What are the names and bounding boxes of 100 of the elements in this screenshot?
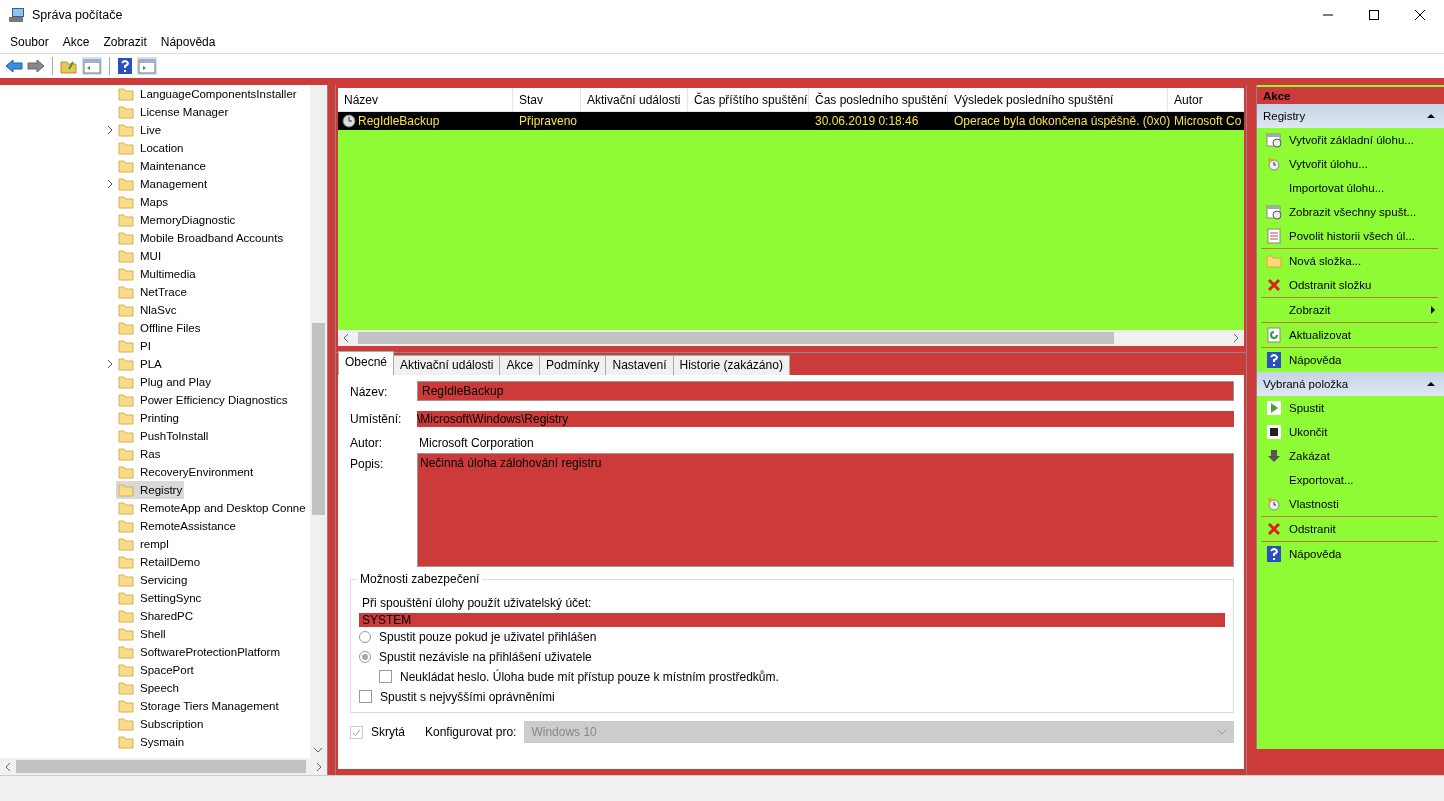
group-header[interactable]: Registry (1257, 104, 1444, 128)
tree-item[interactable]: Registry (116, 481, 185, 499)
tree-item[interactable]: Servicing (116, 571, 190, 589)
scroll-left-icon[interactable] (4, 761, 12, 772)
action-item[interactable]: Nápověda (1257, 542, 1444, 566)
radio-button[interactable] (359, 631, 371, 644)
action-item[interactable]: Odstranit složku (1257, 273, 1444, 297)
column-header[interactable]: Aktivační události (581, 88, 688, 111)
action-item[interactable]: Importovat úlohu... (1257, 176, 1444, 200)
tree-item[interactable]: Power Efficiency Diagnostics (116, 391, 290, 409)
tree-item[interactable]: Offline Files (116, 319, 203, 337)
checkbox[interactable] (379, 670, 392, 684)
tab[interactable]: Podmínky (539, 355, 607, 375)
description-field[interactable]: Nečinná úloha zálohování registru (417, 453, 1234, 567)
radio-button[interactable] (359, 651, 371, 664)
column-header[interactable]: Název (338, 88, 513, 111)
action-item[interactable]: Spustit (1257, 396, 1444, 420)
tree-item[interactable]: SpacePort (116, 661, 196, 679)
close-icon[interactable] (1414, 9, 1426, 21)
tree-item[interactable]: LanguageComponentsInstaller (116, 85, 299, 103)
task-row[interactable]: RegIdleBackup Připraveno 30.06.2019 0:18:46 Operace byla dokončena úspěšně. (0x0) Microsoft Co (338, 112, 1244, 130)
tree-item[interactable]: MemoryDiagnostic (116, 211, 238, 229)
scroll-right-icon[interactable] (1232, 333, 1240, 343)
tree-item[interactable]: SoftwareProtectionPlatform (116, 643, 282, 661)
name-field[interactable]: RegIdleBackup (417, 381, 1234, 401)
tree-item[interactable]: Speech (116, 679, 181, 697)
tree-item[interactable]: Maintenance (116, 157, 208, 175)
tree-item[interactable]: Mobile Broadband Accounts (116, 229, 286, 247)
scrollbar-thumb[interactable] (312, 323, 325, 515)
tree-item[interactable]: Ras (116, 445, 163, 463)
menu-item[interactable]: Soubor (10, 34, 49, 49)
action-item[interactable]: Nápověda (1257, 348, 1444, 372)
tree-item[interactable]: Maps (116, 193, 171, 211)
tree-item[interactable]: Sysmain (116, 733, 187, 751)
column-header[interactable]: Autor (1168, 88, 1244, 111)
checkbox[interactable] (359, 690, 372, 704)
tab[interactable]: Akce (499, 355, 541, 375)
action-item[interactable]: Povolit historii všech úl... (1257, 224, 1444, 248)
tree-item[interactable]: Location (116, 139, 186, 157)
action-item[interactable]: Nová složka... (1257, 249, 1444, 273)
tree-item[interactable]: NetTrace (116, 283, 189, 301)
tree-item[interactable]: SettingSync (116, 589, 204, 607)
menu-item[interactable]: Nápověda (160, 34, 216, 49)
menu-item[interactable]: Zobrazit (103, 34, 147, 49)
forward-arrow-icon[interactable] (27, 59, 45, 73)
tree-item[interactable]: Live (116, 121, 164, 139)
action-item[interactable]: Ukončit (1257, 420, 1444, 444)
tree-item[interactable]: PLA (116, 355, 164, 373)
tree-item[interactable]: Plug and Play (116, 373, 213, 391)
expand-chevron-icon[interactable] (106, 125, 114, 135)
tree-item[interactable]: PushToInstall (116, 427, 211, 445)
horizontal-scrollbar[interactable] (338, 330, 1244, 346)
tree-item[interactable]: rempl (116, 535, 171, 553)
group-header[interactable]: Vybraná položka (1257, 372, 1444, 396)
expand-chevron-icon[interactable] (106, 359, 114, 369)
tab[interactable]: Historie (zakázáno) (672, 355, 790, 375)
column-header[interactable]: Čas příštího spuštění (688, 88, 809, 111)
column-header[interactable]: Výsledek posledního spuštění (948, 88, 1168, 111)
tree-item[interactable]: RemoteAssistance (116, 517, 238, 535)
tab[interactable]: Obecné (338, 351, 395, 375)
scroll-left-icon[interactable] (342, 333, 350, 343)
expand-chevron-icon[interactable] (106, 179, 114, 189)
column-header[interactable]: Stav (513, 88, 581, 111)
tree-item[interactable]: Storage Tiers Management (116, 697, 281, 715)
tree-item[interactable]: License Manager (116, 103, 231, 121)
collapse-caret-icon[interactable] (1426, 113, 1436, 119)
folder-up-icon[interactable] (60, 58, 78, 74)
menu-item[interactable]: Akce (62, 34, 90, 49)
action-item[interactable]: Aktualizovat (1257, 323, 1444, 347)
tree-item[interactable]: RemoteApp and Desktop Conne (116, 499, 308, 517)
scroll-right-icon[interactable] (315, 761, 323, 772)
tree-item[interactable]: RecoveryEnvironment (116, 463, 256, 481)
horizontal-scrollbar[interactable] (0, 758, 327, 775)
maximize-icon[interactable] (1368, 9, 1380, 21)
tree-item[interactable]: Subscription (116, 715, 206, 733)
tree-item[interactable]: Multimedia (116, 265, 198, 283)
action-item[interactable]: Odstranit (1257, 517, 1444, 541)
tree-item[interactable]: Management (116, 175, 210, 193)
column-header[interactable]: Čas posledního spuštění (809, 88, 948, 111)
tree-item[interactable]: Printing (116, 409, 181, 427)
action-item[interactable]: Vlastnosti (1257, 492, 1444, 516)
tree-item[interactable]: MUI (116, 247, 164, 265)
action-item[interactable]: Zobrazit (1257, 298, 1444, 322)
collapse-caret-icon[interactable] (1426, 381, 1436, 387)
action-item[interactable]: Exportovat... (1257, 468, 1444, 492)
scroll-down-icon[interactable] (313, 746, 323, 754)
tab[interactable]: Aktivační události (393, 355, 501, 375)
action-item[interactable]: Vytvořit úlohu... (1257, 152, 1444, 176)
back-arrow-icon[interactable] (5, 59, 23, 73)
tree-item[interactable]: NlaSvc (116, 301, 179, 319)
action-item[interactable]: Zakázat (1257, 444, 1444, 468)
tree-item[interactable]: RetailDemo (116, 553, 203, 571)
tree-item[interactable]: PI (116, 337, 153, 355)
tab[interactable]: Nastavení (605, 355, 674, 375)
tree-item[interactable]: SharedPC (116, 607, 196, 625)
help-icon[interactable] (117, 57, 133, 75)
action-item[interactable]: Vytvořit základní úlohu... (1257, 128, 1444, 152)
vertical-scrollbar[interactable] (310, 85, 327, 758)
action-item[interactable]: Zobrazit všechny spušt... (1257, 200, 1444, 224)
tree-item[interactable]: Shell (116, 625, 168, 643)
